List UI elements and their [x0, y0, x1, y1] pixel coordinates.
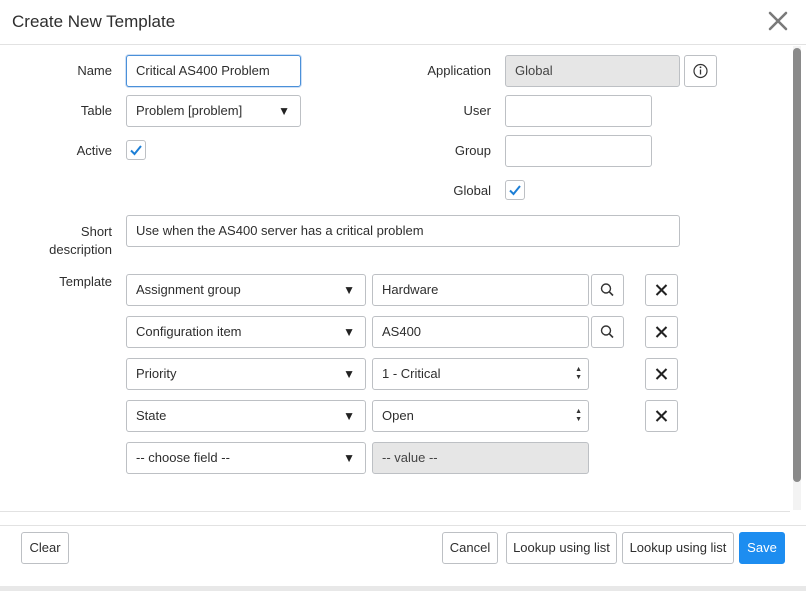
remove-row-button[interactable]	[645, 274, 678, 306]
close-icon[interactable]	[767, 10, 789, 35]
active-label: Active	[76, 143, 112, 158]
group-field[interactable]	[505, 135, 652, 167]
template-value: Open	[382, 408, 414, 423]
caret-down-icon: ▼	[343, 283, 355, 297]
caret-down-icon: ▼	[343, 325, 355, 339]
application-field: Global	[505, 55, 680, 87]
template-field-value: -- choose field --	[136, 450, 230, 465]
checkmark-icon	[509, 185, 521, 196]
template-field-select[interactable]: Configuration item ▼	[126, 316, 366, 348]
group-label: Group	[454, 143, 491, 158]
global-label: Global	[453, 183, 491, 198]
caret-down-icon: ▼	[343, 409, 355, 423]
active-checkbox[interactable]	[126, 140, 146, 160]
table-label: Table	[80, 103, 112, 118]
search-icon	[600, 283, 614, 297]
template-value-field[interactable]: AS400	[372, 316, 589, 348]
lookup-button[interactable]	[591, 316, 624, 348]
template-value-field[interactable]: Hardware	[372, 274, 589, 306]
bottom-edge	[0, 586, 806, 591]
updown-arrows-icon: ▲ ▼	[575, 366, 582, 381]
short-description-field[interactable]: Use when the AS400 server has a critical…	[126, 215, 680, 247]
short-description-label-line-2: description	[49, 242, 112, 257]
create-template-dialog: Create New Template Name Critical AS400 …	[0, 0, 806, 591]
close-icon	[655, 368, 668, 380]
template-field-value: State	[136, 408, 167, 423]
template-field-value: Priority	[136, 366, 177, 381]
lookup-button[interactable]	[591, 274, 624, 306]
divider	[0, 511, 790, 512]
name-label: Name	[77, 63, 112, 78]
template-field-select[interactable]: Assignment group ▼	[126, 274, 366, 306]
save-button[interactable]: Save	[739, 532, 785, 564]
user-field[interactable]	[505, 95, 652, 127]
table-select-value: Problem [problem]	[136, 103, 243, 118]
caret-down-icon: ▼	[343, 367, 355, 381]
template-value-select[interactable]: 1 - Critical ▲ ▼	[372, 358, 589, 390]
checkmark-icon	[130, 145, 142, 156]
scrollbar-thumb[interactable]	[793, 48, 801, 482]
info-icon	[693, 63, 708, 79]
template-label: Template	[59, 274, 112, 289]
close-icon	[655, 326, 668, 338]
search-icon	[600, 325, 614, 339]
remove-row-button[interactable]	[645, 358, 678, 390]
template-field-select[interactable]: -- choose field -- ▼	[126, 442, 366, 474]
application-label: Application	[427, 63, 491, 78]
table-select[interactable]: Problem [problem] ▼	[126, 95, 301, 127]
lookup-using-list-button-2[interactable]: Lookup using list	[622, 532, 734, 564]
template-value-select[interactable]: Open ▲ ▼	[372, 400, 589, 432]
template-field-select[interactable]: State ▼	[126, 400, 366, 432]
remove-row-button[interactable]	[645, 400, 678, 432]
template-field-value: Assignment group	[136, 282, 241, 297]
short-description-label-line-1: Short	[80, 224, 112, 239]
divider	[0, 525, 806, 526]
application-info-button[interactable]	[684, 55, 717, 87]
template-value: 1 - Critical	[382, 366, 441, 381]
updown-arrows-icon: ▲ ▼	[575, 408, 582, 423]
global-checkbox[interactable]	[505, 180, 525, 200]
scrollbar[interactable]	[793, 46, 801, 510]
clear-button[interactable]: Clear	[21, 532, 69, 564]
caret-down-icon: ▼	[278, 104, 290, 118]
name-field[interactable]: Critical AS400 Problem	[126, 55, 301, 87]
lookup-using-list-button[interactable]: Lookup using list	[506, 532, 617, 564]
dialog-header: Create New Template	[0, 0, 806, 45]
caret-down-icon: ▼	[343, 451, 355, 465]
template-field-select[interactable]: Priority ▼	[126, 358, 366, 390]
short-description-label: Short description	[40, 223, 112, 259]
template-field-value: Configuration item	[136, 324, 242, 339]
close-icon	[655, 410, 668, 422]
close-icon	[655, 284, 668, 296]
user-label: User	[463, 103, 491, 118]
remove-row-button[interactable]	[645, 316, 678, 348]
dialog-title: Create New Template	[12, 12, 176, 31]
template-value-field-disabled: -- value --	[372, 442, 589, 474]
cancel-button[interactable]: Cancel	[442, 532, 498, 564]
